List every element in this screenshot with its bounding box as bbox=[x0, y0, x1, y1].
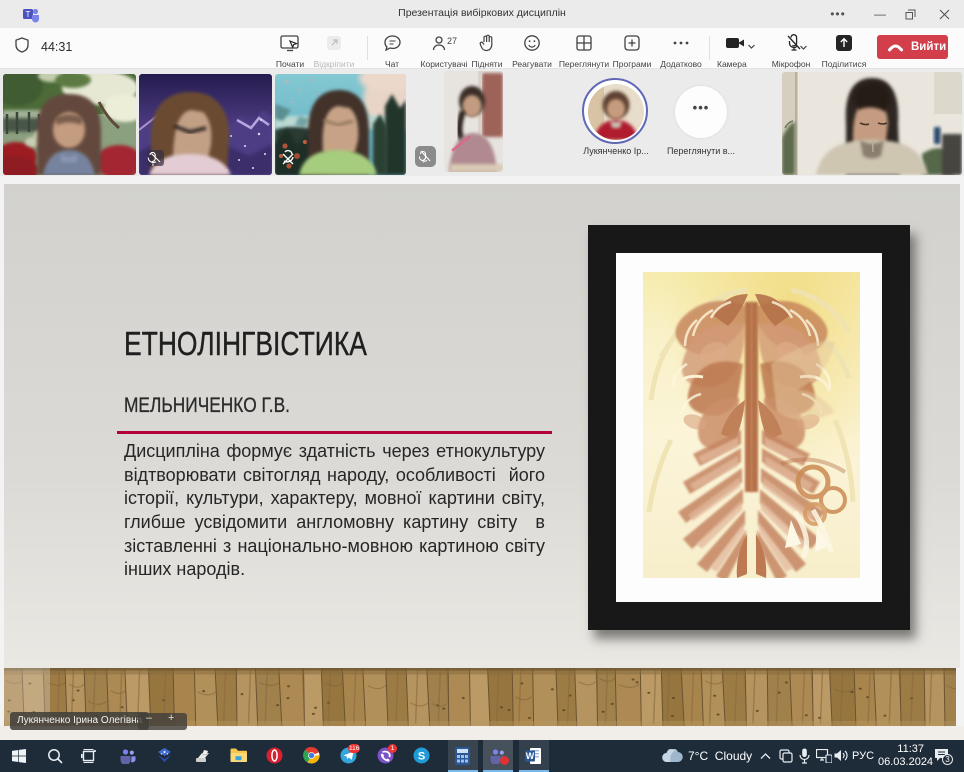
svg-text:27: 27 bbox=[447, 36, 457, 46]
svg-text:W: W bbox=[526, 751, 535, 761]
svg-text:S: S bbox=[418, 751, 425, 763]
